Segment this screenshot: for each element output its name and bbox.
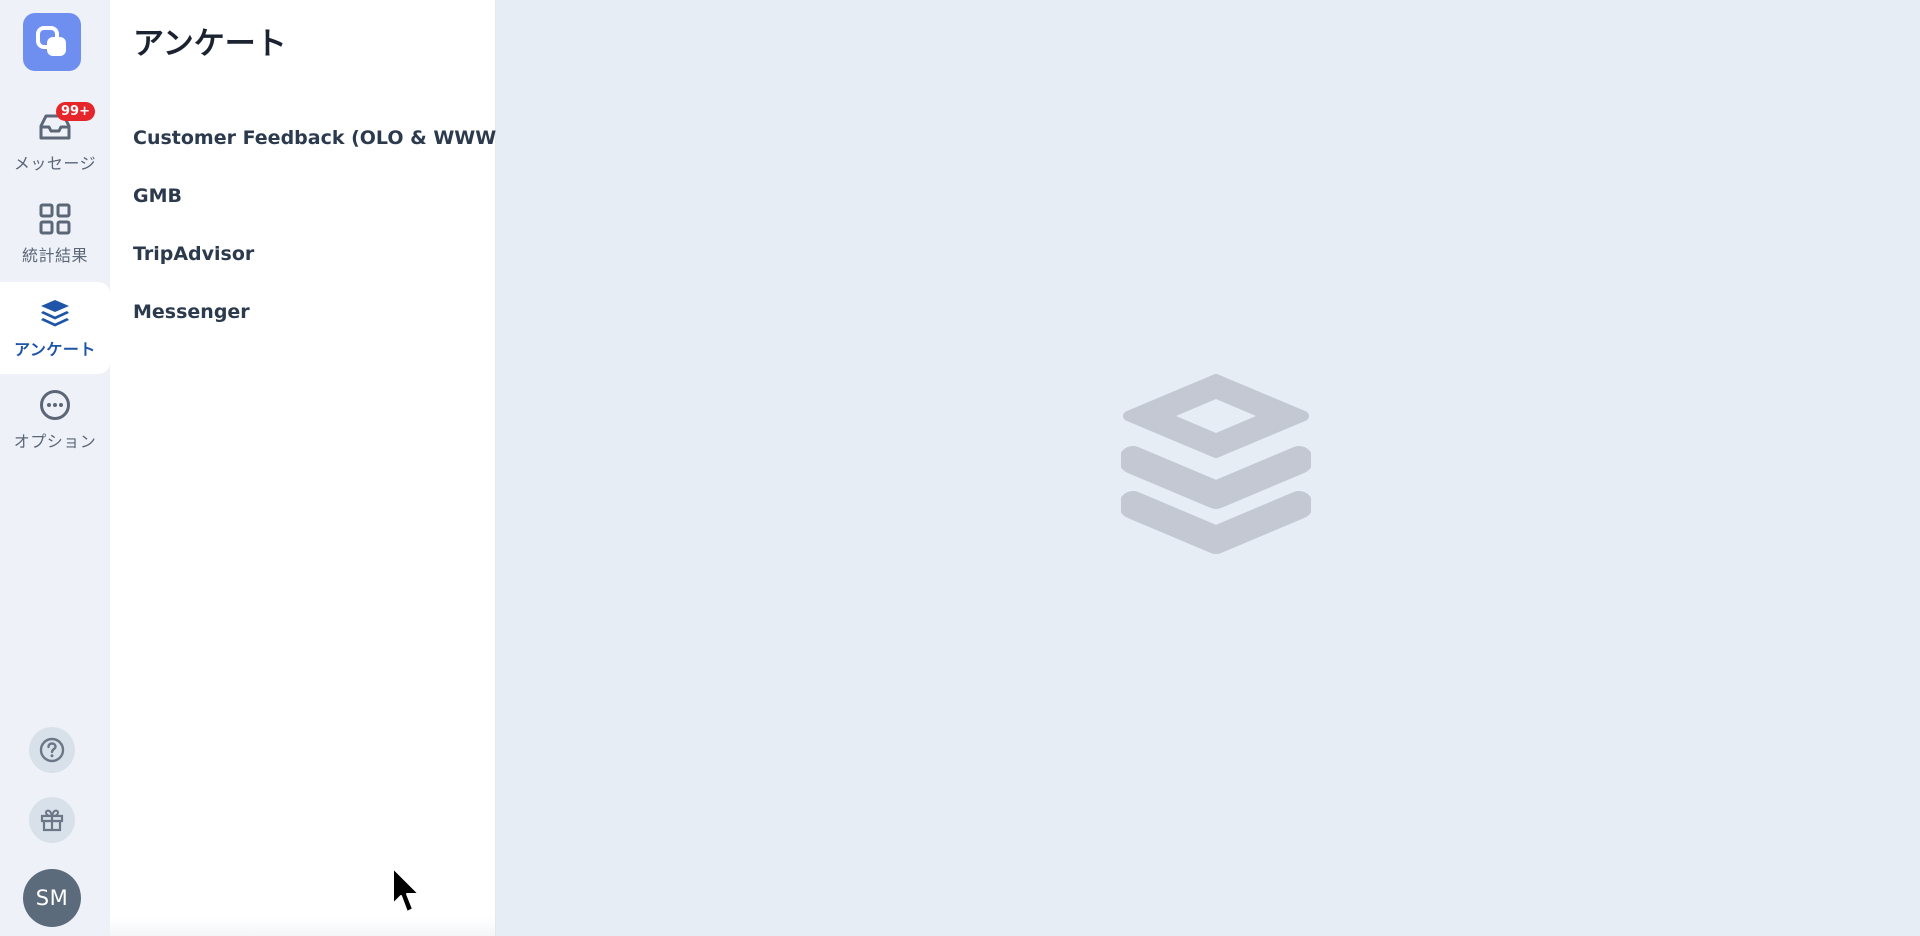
app-logo-icon (36, 26, 66, 56)
main-content (497, 0, 1920, 936)
app-logo[interactable] (23, 13, 81, 71)
survey-list-panel: アンケート Customer Feedback (OLO & WWW) GMB … (110, 0, 505, 936)
grid-icon (39, 203, 71, 235)
unread-badge: 99+ (56, 102, 95, 121)
help-button[interactable] (29, 727, 75, 773)
gift-button[interactable] (29, 797, 75, 843)
more-circle-icon (40, 390, 70, 420)
survey-list: Customer Feedback (OLO & WWW) GMB TripAd… (133, 118, 505, 350)
question-icon (39, 737, 65, 763)
gift-icon (40, 809, 64, 832)
nav-label-surveys: アンケート (14, 340, 96, 359)
panel-bottom-shade (110, 918, 495, 936)
nav-item-messages[interactable]: 99+ メッセージ (0, 96, 110, 188)
nav-item-stats[interactable]: 統計結果 (0, 188, 110, 280)
page-title: アンケート (133, 26, 287, 62)
survey-list-item[interactable]: Messenger (133, 292, 505, 350)
empty-state-layers-icon (1121, 374, 1311, 554)
nav-label-messages: メッセージ (13, 154, 97, 173)
survey-list-item[interactable]: Customer Feedback (OLO & WWW) (133, 118, 505, 176)
nav-item-surveys[interactable]: アンケート (0, 282, 110, 374)
nav-rail: 99+ メッセージ 統計結果 アンケート オプション SM (0, 0, 110, 936)
app-window: 99+ メッセージ 統計結果 アンケート オプション SM アンケート Cust… (0, 0, 1920, 936)
avatar[interactable]: SM (23, 869, 81, 927)
layers-icon (41, 300, 69, 327)
nav-label-stats: 統計結果 (21, 246, 88, 265)
mouse-cursor-icon (392, 867, 420, 913)
nav-item-options[interactable]: オプション (0, 374, 110, 466)
survey-list-item[interactable]: GMB (133, 176, 505, 234)
avatar-initials: SM (35, 886, 69, 910)
survey-list-item[interactable]: TripAdvisor (133, 234, 505, 292)
nav-label-options: オプション (13, 432, 97, 451)
